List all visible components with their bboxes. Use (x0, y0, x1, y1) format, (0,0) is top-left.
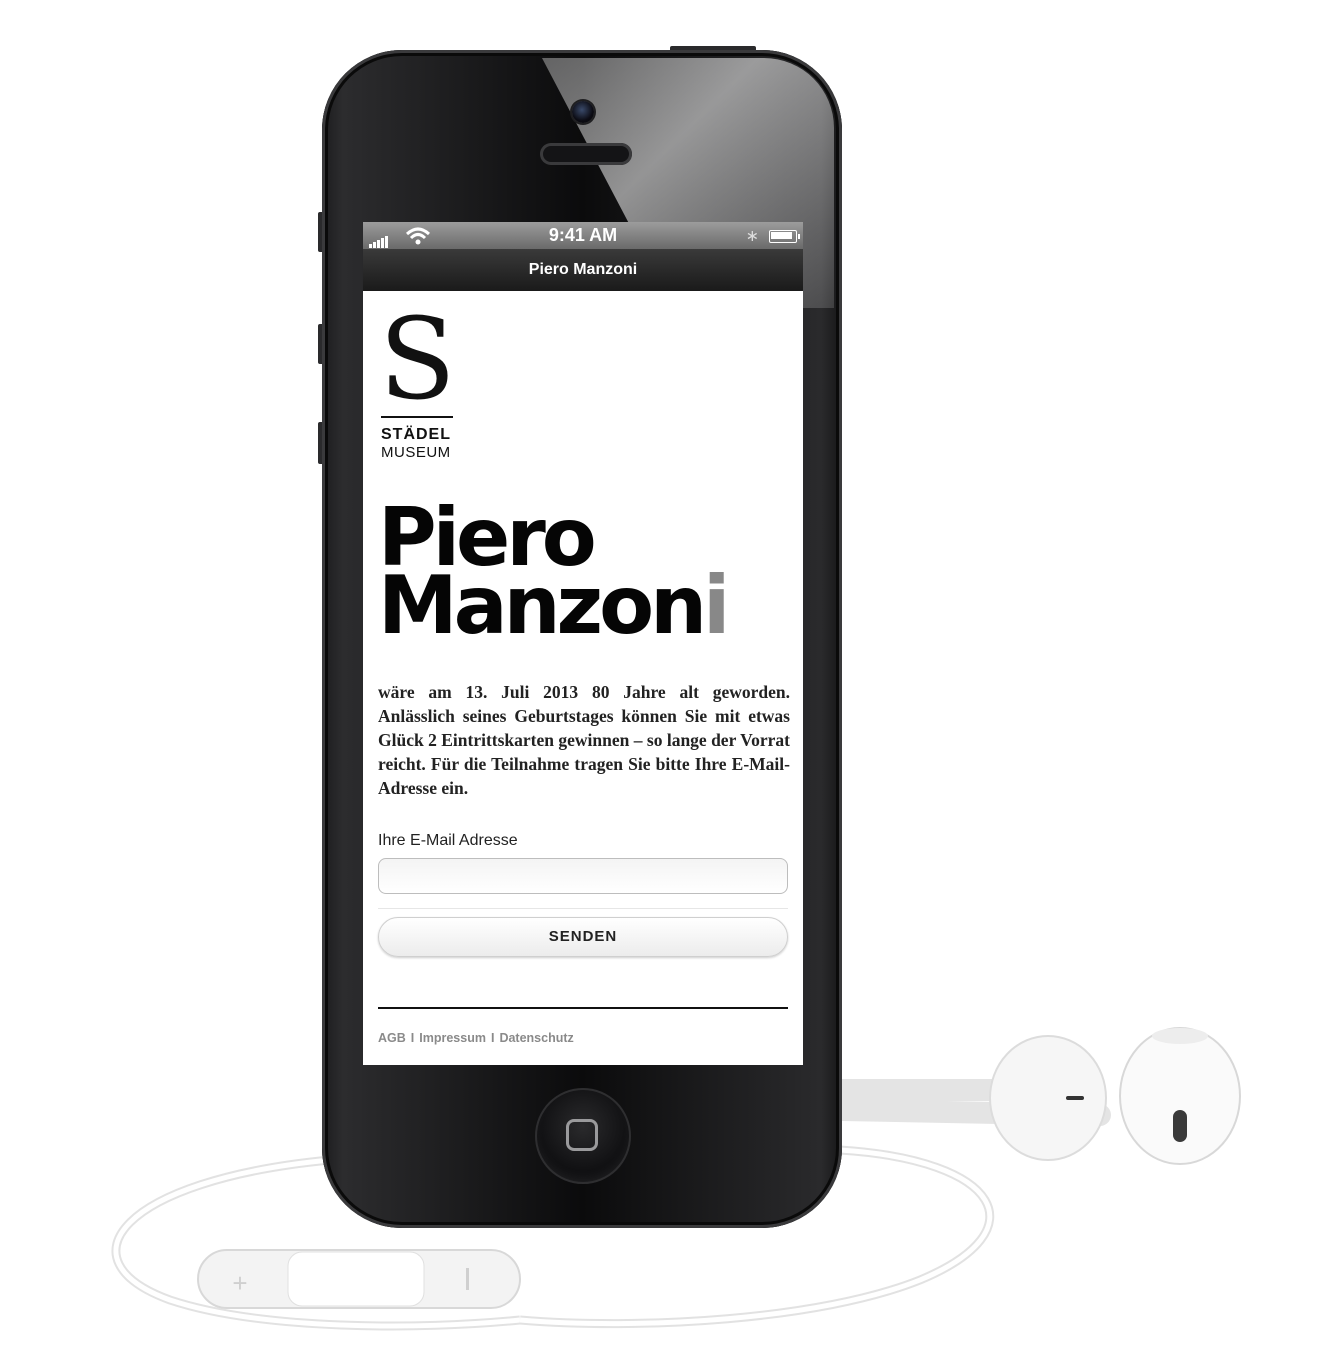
product-scene: + 9:41 AM ∗ Piero Manzoni S STÄDEL MUSEU… (0, 0, 1344, 1367)
svg-text:+: + (232, 1268, 247, 1298)
headline-line-2: Manzoni (378, 566, 803, 646)
logo-line-1: STÄDEL (381, 426, 451, 443)
footer-link-impressum[interactable]: Impressum (419, 1031, 486, 1045)
navigation-bar: Piero Manzoni (363, 249, 803, 291)
front-camera-icon (572, 101, 594, 123)
footer-separator: I (410, 1031, 415, 1045)
battery-icon (769, 230, 800, 243)
staedel-museum-logo[interactable]: S STÄDEL MUSEUM (379, 295, 461, 461)
phone-screen: 9:41 AM ∗ Piero Manzoni S STÄDEL MUSEUM … (363, 222, 803, 1065)
earpiece-speaker (540, 143, 632, 165)
headline-line-2-main: Manzon (378, 559, 707, 652)
footer-link-agb[interactable]: AGB (378, 1031, 406, 1045)
email-field[interactable] (378, 858, 788, 894)
home-button-icon (566, 1119, 598, 1151)
logo-letter: S (379, 295, 456, 425)
headline: Piero Manzoni (378, 498, 803, 646)
footer-separator: I (490, 1031, 495, 1045)
footer-links: AGB I Impressum I Datenschutz (378, 1031, 574, 1045)
page-title: Piero Manzoni (528, 261, 638, 278)
logo-line-2: MUSEUM (381, 444, 451, 461)
form-divider (378, 908, 788, 909)
bluetooth-icon: ∗ (745, 228, 759, 245)
footer-link-datenschutz[interactable]: Datenschutz (499, 1031, 573, 1045)
status-bar: 9:41 AM ∗ (363, 222, 803, 249)
headline-line-2-faded: i (703, 559, 730, 652)
submit-button[interactable]: SENDEN (378, 917, 788, 957)
intro-paragraph: wäre am 13. Juli 2013 80 Jahre alt gewor… (378, 682, 790, 798)
email-label: Ihre E-Mail Adresse (378, 832, 518, 849)
footer-rule (378, 1007, 788, 1009)
status-time: 9:41 AM (548, 225, 618, 245)
